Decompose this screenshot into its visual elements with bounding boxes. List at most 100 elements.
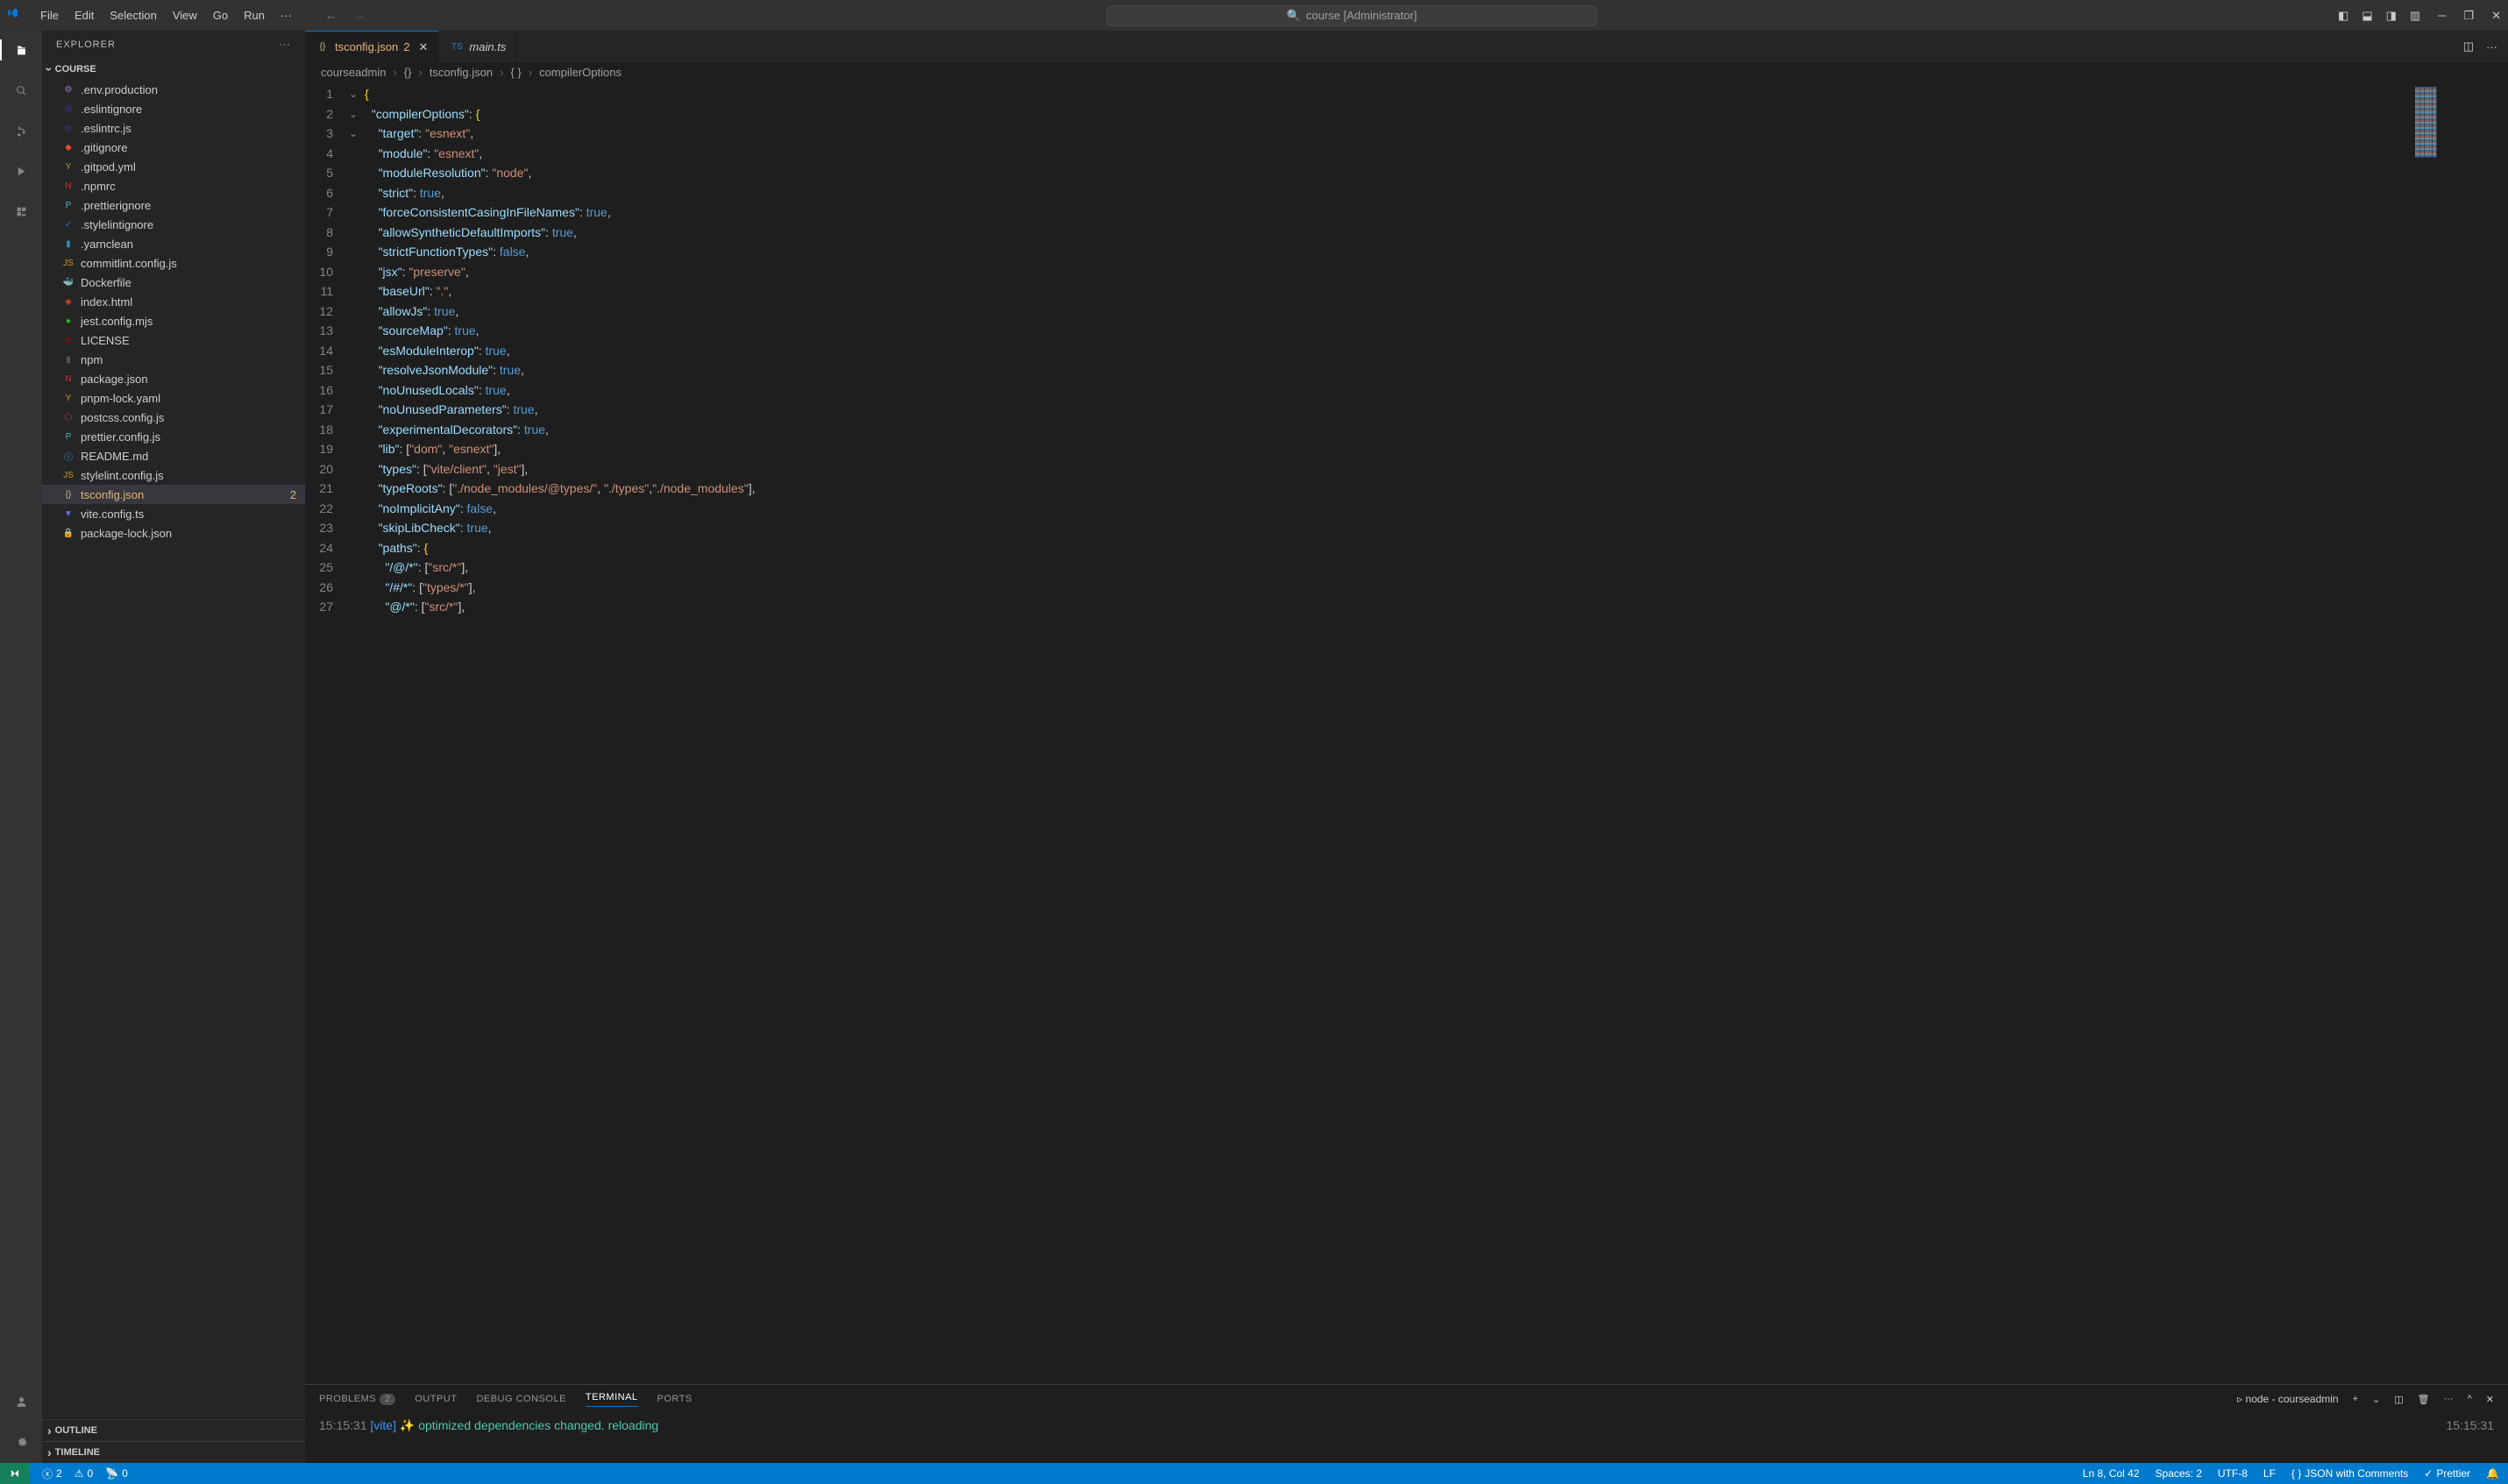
file-LICENSE[interactable]: ©LICENSE: [42, 330, 305, 350]
breadcrumb-separator: ›: [529, 66, 532, 79]
breadcrumb-item[interactable]: {}: [404, 66, 412, 79]
panel-tab-ports[interactable]: PORTS: [657, 1394, 693, 1404]
file-.env.production[interactable]: ⚙.env.production: [42, 80, 305, 99]
file-package-lock.json[interactable]: 🔒package-lock.json: [42, 523, 305, 543]
file-npm[interactable]: ▮npm: [42, 350, 305, 369]
layout-sidebar-right-icon[interactable]: ◨: [2386, 9, 2397, 23]
status-cursor-position[interactable]: Ln 8, Col 42: [2083, 1467, 2140, 1480]
file-icon: ◎: [61, 102, 75, 116]
kill-terminal-icon[interactable]: 🗑: [2418, 1394, 2430, 1405]
file-.npmrc[interactable]: N.npmrc: [42, 176, 305, 195]
panel-tab-problems[interactable]: PROBLEMS2: [319, 1394, 395, 1404]
status-eol[interactable]: LF: [2263, 1467, 2276, 1480]
status-encoding[interactable]: UTF-8: [2218, 1467, 2248, 1480]
menu-view[interactable]: View: [166, 5, 204, 25]
command-center[interactable]: 🔍 course [Administrator]: [1106, 5, 1597, 26]
settings-gear-icon[interactable]: [11, 1431, 32, 1452]
minimize-icon[interactable]: ─: [2438, 9, 2446, 23]
extensions-icon[interactable]: [11, 201, 32, 222]
file-index.html[interactable]: ◈index.html: [42, 292, 305, 311]
menu-···[interactable]: ···: [274, 5, 299, 25]
split-editor-icon[interactable]: ◫: [2463, 39, 2474, 53]
panel-tab-terminal[interactable]: TERMINAL: [586, 1392, 638, 1407]
file-postcss.config.js[interactable]: ⬡postcss.config.js: [42, 408, 305, 427]
code-editor[interactable]: { "compilerOptions": { "target": "esnext…: [365, 82, 2412, 1384]
nav-back-icon[interactable]: ←: [325, 9, 337, 22]
menu-selection[interactable]: Selection: [103, 5, 163, 25]
file-vite.config.ts[interactable]: ▼vite.config.ts: [42, 504, 305, 523]
file-stylelint.config.js[interactable]: JSstylelint.config.js: [42, 465, 305, 485]
file-package.json[interactable]: Npackage.json: [42, 369, 305, 388]
terminal-profile[interactable]: ▹ node - courseadmin: [2237, 1393, 2338, 1405]
status-prettier[interactable]: ✓ Prettier: [2424, 1467, 2470, 1480]
run-debug-icon[interactable]: [11, 160, 32, 181]
menu-run[interactable]: Run: [237, 5, 272, 25]
search-icon[interactable]: [11, 80, 32, 101]
file-label: postcss.config.js: [81, 411, 164, 424]
tab-close-icon[interactable]: ✕: [419, 40, 429, 54]
status-warnings[interactable]: ⚠ 0: [75, 1467, 93, 1480]
file-.gitpod.yml[interactable]: Y.gitpod.yml: [42, 157, 305, 176]
breadcrumb-item[interactable]: courseadmin: [321, 66, 386, 79]
layout-customize-icon[interactable]: ▥: [2410, 9, 2420, 23]
folder-section[interactable]: COURSE: [42, 59, 305, 80]
tab-tsconfig.json[interactable]: {}tsconfig.json2✕: [305, 31, 439, 62]
file-Dockerfile[interactable]: 🐳Dockerfile: [42, 273, 305, 292]
more-actions-icon[interactable]: ···: [2486, 40, 2497, 53]
status-indentation[interactable]: Spaces: 2: [2156, 1467, 2202, 1480]
file-.stylelintignore[interactable]: ✓.stylelintignore: [42, 215, 305, 234]
layout-panel-icon[interactable]: ⬓: [2362, 9, 2372, 23]
breadcrumb-separator: ›: [500, 66, 503, 79]
breadcrumb-item[interactable]: compilerOptions: [539, 66, 622, 79]
breadcrumb[interactable]: courseadmin›{}›tsconfig.json›{ }›compile…: [305, 62, 2508, 82]
status-errors[interactable]: ⓧ 2: [42, 1466, 62, 1481]
file-icon: ◎: [61, 121, 75, 135]
source-control-icon[interactable]: [11, 120, 32, 141]
file-.gitignore[interactable]: ◆.gitignore: [42, 138, 305, 157]
maximize-panel-icon[interactable]: ^: [2468, 1394, 2472, 1404]
file-.yarnclean[interactable]: ▮.yarnclean: [42, 234, 305, 253]
file-.eslintrc.js[interactable]: ◎.eslintrc.js: [42, 118, 305, 138]
file-jest.config.mjs[interactable]: ●jest.config.mjs: [42, 311, 305, 330]
file-icon: N: [61, 179, 75, 193]
file-icon: ◆: [61, 140, 75, 154]
menu-go[interactable]: Go: [206, 5, 235, 25]
file-pnpm-lock.yaml[interactable]: Ypnpm-lock.yaml: [42, 388, 305, 408]
terminal-content[interactable]: 15:15:31 [vite] ✨ optimized dependencies…: [305, 1413, 2508, 1438]
file-.prettierignore[interactable]: P.prettierignore: [42, 195, 305, 215]
more-icon[interactable]: ···: [2444, 1394, 2454, 1404]
accounts-icon[interactable]: [11, 1391, 32, 1412]
menu-file[interactable]: File: [33, 5, 66, 25]
file-commitlint.config.js[interactable]: JScommitlint.config.js: [42, 253, 305, 273]
status-notifications-icon[interactable]: 🔔: [2486, 1467, 2499, 1480]
file-label: .env.production: [81, 83, 158, 96]
maximize-icon[interactable]: ❐: [2463, 9, 2474, 23]
file-tsconfig.json[interactable]: {}tsconfig.json2: [42, 485, 305, 504]
fold-column[interactable]: ⌄⌄ ⌄: [349, 82, 365, 1384]
minimap[interactable]: ████ ███ ██████ ███████ ███ ██████ █████…: [2412, 82, 2508, 1384]
breadcrumb-item[interactable]: tsconfig.json: [430, 66, 493, 79]
file-prettier.config.js[interactable]: Pprettier.config.js: [42, 427, 305, 446]
section-outline[interactable]: OUTLINE: [42, 1419, 305, 1441]
split-terminal-icon[interactable]: ◫: [2394, 1394, 2403, 1405]
status-ports[interactable]: 📡 0: [105, 1467, 128, 1480]
panel-tab-output[interactable]: OUTPUT: [415, 1394, 457, 1404]
layout-sidebar-left-icon[interactable]: ◧: [2338, 9, 2348, 23]
breadcrumb-item[interactable]: { }: [510, 66, 521, 79]
new-terminal-icon[interactable]: +: [2353, 1394, 2358, 1404]
explorer-icon[interactable]: [0, 39, 42, 60]
more-icon[interactable]: ···: [279, 39, 291, 50]
terminal-dropdown-icon[interactable]: ⌄: [2372, 1394, 2380, 1405]
file-.eslintignore[interactable]: ◎.eslintignore: [42, 99, 305, 118]
section-timeline[interactable]: TIMELINE: [42, 1441, 305, 1463]
file-README.md[interactable]: ⓘREADME.md: [42, 446, 305, 465]
status-language[interactable]: { } JSON with Comments: [2291, 1467, 2408, 1480]
file-label: .gitpod.yml: [81, 160, 136, 174]
nav-forward-icon[interactable]: →: [354, 9, 366, 22]
close-panel-icon[interactable]: ✕: [2486, 1394, 2494, 1405]
menu-edit[interactable]: Edit: [67, 5, 101, 25]
tab-main.ts[interactable]: TSmain.ts: [439, 31, 517, 62]
panel-tab-debug console[interactable]: DEBUG CONSOLE: [476, 1394, 565, 1404]
close-icon[interactable]: ✕: [2491, 9, 2501, 23]
remote-indicator[interactable]: [0, 1463, 30, 1484]
